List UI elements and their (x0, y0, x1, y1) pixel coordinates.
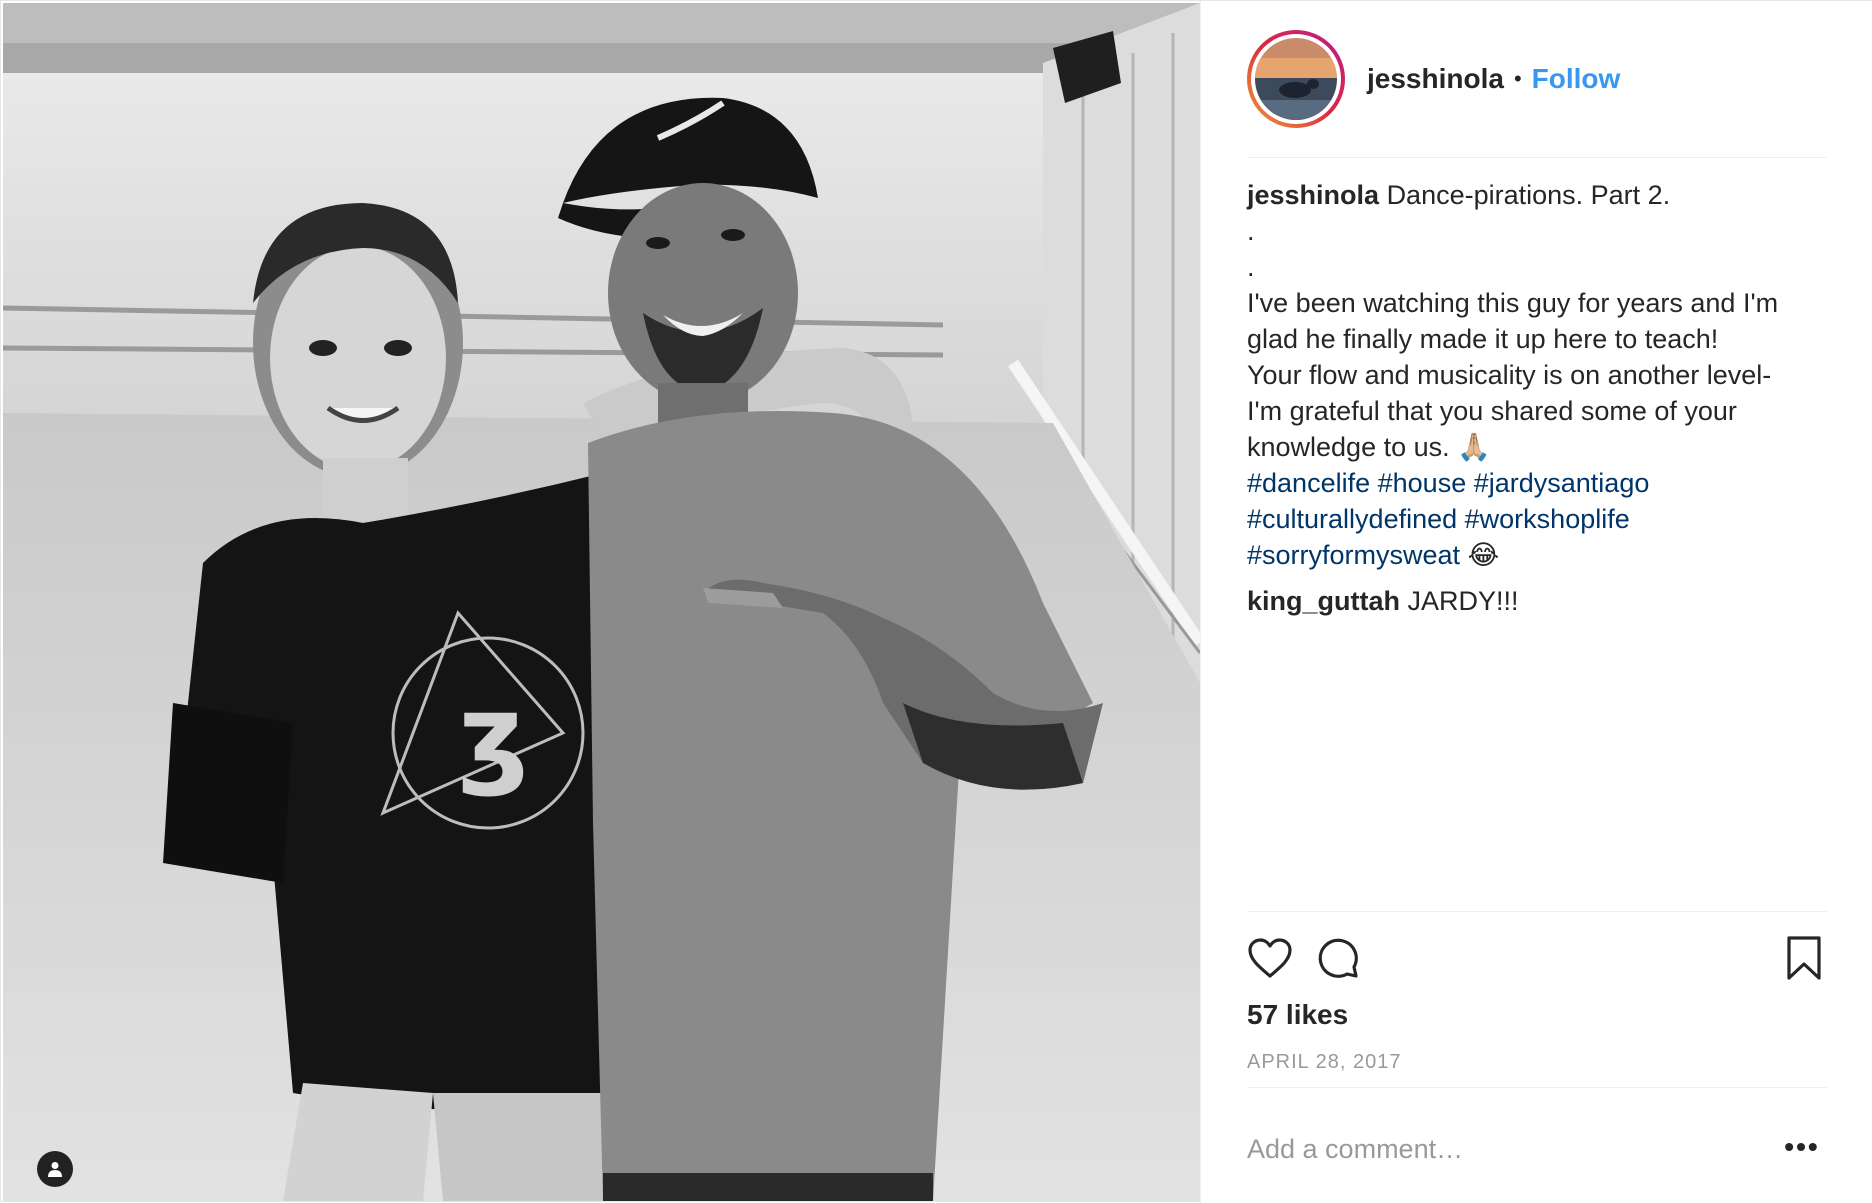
separator-dot: • (1513, 66, 1522, 91)
caption-section: jesshinola Dance-pirations. Part 2. . . … (1247, 177, 1827, 619)
hashtag-link[interactable]: #culturallydefined (1247, 504, 1457, 534)
comment-username[interactable]: king_guttah (1247, 586, 1400, 616)
comment-item: king_guttah JARDY!!! (1247, 583, 1827, 619)
avatar-frame (1251, 34, 1341, 124)
more-options-button[interactable]: ••• (1777, 1129, 1827, 1165)
hashtags-line-1: #dancelife #house #jardysantiago (1247, 465, 1827, 501)
post-header: jesshinola • Follow (1247, 30, 1827, 128)
hashtags-line-2: #culturallydefined #workshoplife (1247, 501, 1827, 537)
caption-line-3: Your flow and musicality is on another l… (1247, 360, 1772, 390)
caption-last-text: knowledge to us. (1247, 432, 1450, 462)
post-photo[interactable]: ʒ (3, 3, 1200, 1201)
post-date[interactable]: APRIL 28, 2017 (1247, 1051, 1401, 1074)
caption-line-2: glad he finally made it up here to teach… (1247, 324, 1719, 354)
comment-button[interactable] (1311, 931, 1365, 985)
likes-count[interactable]: 57 likes (1247, 999, 1348, 1031)
add-comment-input[interactable] (1247, 1119, 1747, 1179)
laughing-emoji: 😂 (1467, 540, 1500, 570)
comment-text: JARDY!!! (1407, 586, 1519, 616)
caption-first-line: jesshinola Dance-pirations. Part 2. (1247, 177, 1827, 213)
save-button[interactable] (1777, 931, 1831, 985)
hashtag-link[interactable]: #workshoplife (1465, 504, 1630, 534)
post-actions-bar (1247, 931, 1827, 987)
comment-divider (1247, 1087, 1827, 1088)
hashtag-link[interactable]: #jardysantiago (1474, 468, 1650, 498)
hashtags-line-3: #sorryformysweat 😂 (1247, 537, 1827, 573)
like-button[interactable] (1243, 931, 1297, 985)
follow-button[interactable]: Follow (1532, 63, 1621, 95)
avatar (1255, 38, 1337, 120)
avatar-story-ring[interactable] (1247, 30, 1345, 128)
caption-line-1: I've been watching this guy for years an… (1247, 288, 1779, 318)
tagged-users-button[interactable] (37, 1151, 73, 1187)
actions-divider (1247, 911, 1827, 912)
hashtag-link[interactable]: #house (1378, 468, 1467, 498)
caption-text: Dance-pirations. Part 2. (1386, 180, 1671, 210)
shirt-logo-graphic: ʒ (458, 671, 528, 799)
hashtag-link[interactable]: #dancelife (1247, 468, 1370, 498)
avatar-image (1255, 38, 1337, 120)
caption-line-5: knowledge to us. 🙏🏼 (1247, 429, 1827, 465)
caption-dot-1: . (1247, 216, 1255, 246)
hashtag-link[interactable]: #sorryformysweat (1247, 540, 1460, 570)
user-tag-icon (48, 1162, 62, 1177)
post-details-panel: jesshinola • Follow jesshinola Dance-pir… (1200, 1, 1872, 1203)
header-divider (1247, 157, 1827, 158)
caption-username[interactable]: jesshinola (1247, 180, 1379, 210)
instagram-post: ʒ jesshinola • Follow jesshinola Dance-p… (0, 0, 1872, 1203)
caption-dot-2: . (1247, 252, 1255, 282)
heart-icon (1248, 938, 1292, 978)
photo-illustration: ʒ (3, 3, 1200, 1201)
comment-icon (1318, 938, 1358, 978)
post-author-username[interactable]: jesshinola (1367, 63, 1504, 95)
caption-line-4: I'm grateful that you shared some of you… (1247, 396, 1737, 426)
folded-hands-emoji: 🙏🏼 (1457, 432, 1491, 462)
bookmark-icon (1787, 936, 1821, 980)
